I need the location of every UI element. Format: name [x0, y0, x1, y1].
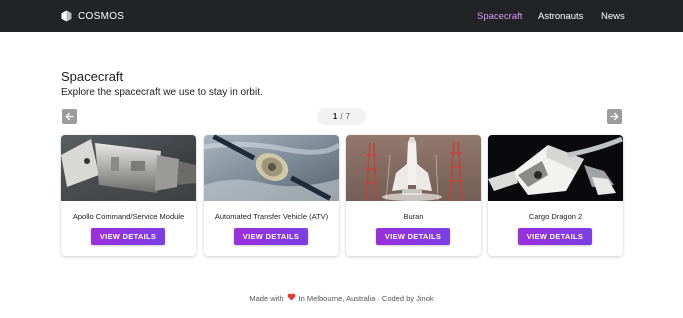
navbar: COSMOS Spacecraft Astronauts News [0, 0, 683, 32]
nav-link-spacecraft[interactable]: Spacecraft [477, 11, 522, 22]
page-title: Spacecraft [61, 69, 124, 84]
brand[interactable]: COSMOS [61, 9, 124, 23]
spacecraft-name: Apollo Command/Service Module [72, 212, 185, 221]
buran-photo[interactable] [346, 135, 481, 201]
hexagon-logo-icon [61, 10, 72, 22]
nav-link-news[interactable]: News [601, 11, 625, 22]
prev-page-button[interactable] [62, 109, 77, 124]
spacecraft-card: Automated Transfer Vehicle (ATV) VIEW DE… [204, 135, 339, 256]
arrow-left-icon [65, 112, 74, 121]
page-subtitle: Explore the spacecraft we use to stay in… [61, 87, 263, 98]
view-details-button[interactable]: VIEW DETAILS [376, 228, 450, 245]
nav-link-astronauts[interactable]: Astronauts [538, 11, 583, 22]
atv-photo[interactable] [204, 135, 339, 201]
view-details-button[interactable]: VIEW DETAILS [234, 228, 308, 245]
view-details-button[interactable]: VIEW DETAILS [518, 228, 592, 245]
total-pages: 7 [345, 112, 351, 121]
heart-icon [287, 293, 296, 303]
next-page-button[interactable] [607, 109, 622, 124]
spacecraft-card: Apollo Command/Service Module VIEW DETAI… [61, 135, 196, 256]
page-separator: / [340, 112, 343, 121]
view-details-button[interactable]: VIEW DETAILS [91, 228, 165, 245]
spacecraft-card: Buran VIEW DETAILS [346, 135, 481, 256]
page-indicator: 1 / 7 [317, 108, 366, 125]
brand-name: COSMOS [78, 10, 125, 22]
spacecraft-name: Cargo Dragon 2 [528, 212, 583, 221]
footer: Made with In Melbourne, Australia · Code… [0, 293, 683, 303]
footer-prefix: Made with [249, 293, 284, 303]
current-page: 1 [332, 112, 338, 121]
apollo-csm-photo[interactable] [61, 135, 196, 201]
spacecraft-name: Automated Transfer Vehicle (ATV) [214, 212, 329, 221]
footer-suffix: In Melbourne, Australia · Coded by Jinok [298, 293, 434, 303]
cargo-dragon-photo[interactable] [488, 135, 623, 201]
spacecraft-card: Cargo Dragon 2 VIEW DETAILS [488, 135, 623, 256]
spacecraft-name: Buran [403, 212, 424, 221]
arrow-right-icon [610, 112, 619, 121]
